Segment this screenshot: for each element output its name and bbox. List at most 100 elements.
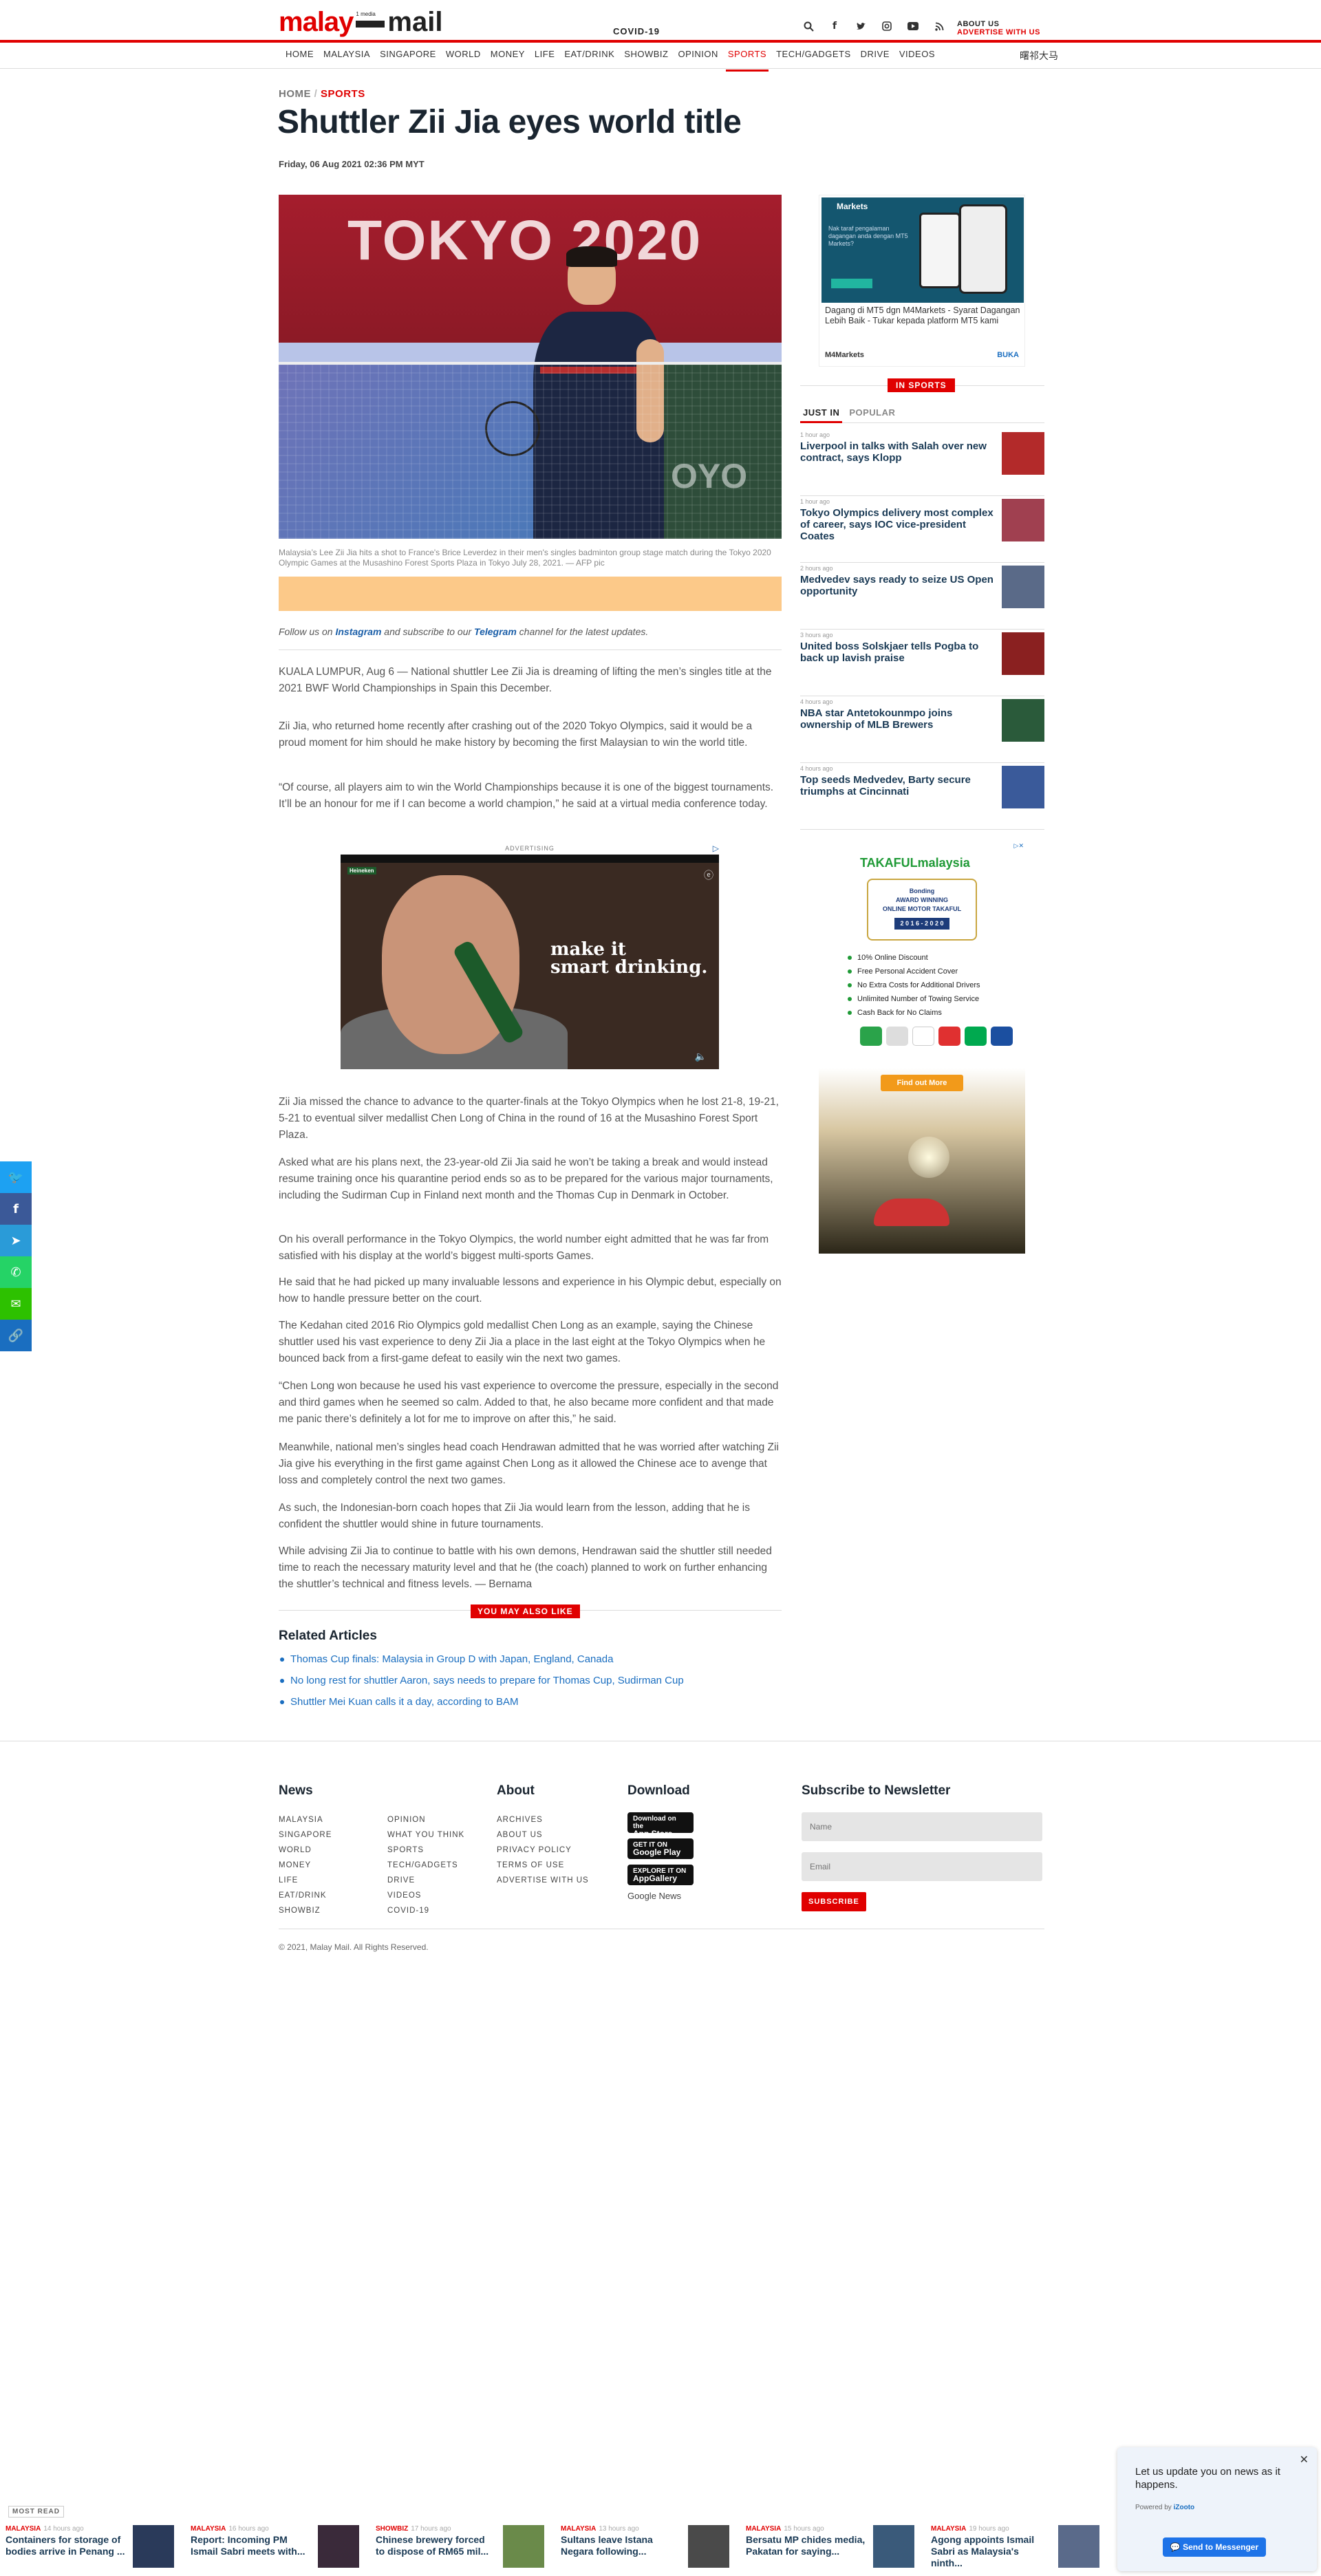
instagram-link[interactable]: Instagram (335, 626, 381, 637)
news-thumbnail[interactable] (1002, 432, 1044, 475)
most-read-thumbnail[interactable] (133, 2525, 174, 2568)
nav-item-drive[interactable]: DRIVE (856, 45, 894, 69)
footer-link[interactable]: TECH/GADGETS (387, 1858, 464, 1873)
telegram-share-icon[interactable]: ➤ (0, 1225, 32, 1256)
store-badge[interactable]: GET IT ON Google Play (627, 1838, 694, 1859)
news-headline[interactable]: Medvedev says ready to seize US Open opp… (800, 574, 1000, 597)
nav-item-money[interactable]: MONEY (486, 45, 530, 69)
google-news-badge[interactable]: Google News (627, 1891, 694, 1901)
facebook-icon[interactable]: f (829, 21, 840, 32)
footer-link[interactable]: WHAT YOU THINK (387, 1827, 464, 1843)
send-to-messenger-button[interactable]: 💬 Send to Messenger (1163, 2537, 1266, 2557)
most-read-thumbnail[interactable] (503, 2525, 544, 2568)
expand-icon[interactable]: ⓔ (704, 868, 713, 882)
nav-item-videos[interactable]: VIDEOS (894, 45, 940, 69)
footer-link[interactable]: TERMS OF USE (497, 1858, 589, 1873)
most-read-item[interactable]: SHOWBIZ 17 hours ago Chinese brewery force… (376, 2525, 544, 2568)
telegram-link[interactable]: Telegram (474, 626, 517, 637)
ad-video[interactable]: make it smart drinking. Heineken 🔈 ⓔ (341, 855, 719, 1069)
nav-item-showbiz[interactable]: SHOWBIZ (619, 45, 673, 69)
nav-item-eat-drink[interactable]: EAT/DRINK (559, 45, 619, 69)
adchoices-icon[interactable]: ▷✕ (1014, 842, 1024, 850)
sidebar-advertisement[interactable]: Markets Nak taraf pengalaman dagangan an… (819, 195, 1025, 367)
ad-placeholder-banner[interactable] (279, 577, 782, 611)
about-us-link[interactable]: ABOUT US (957, 20, 1040, 28)
nav-item-home[interactable]: HOME (281, 45, 319, 69)
footer-link[interactable]: VIDEOS (387, 1888, 464, 1903)
ad-cta[interactable]: BUKA (997, 351, 1019, 359)
footer-link[interactable]: ARCHIVES (497, 1812, 589, 1827)
most-read-item[interactable]: MALAYSIA 15 hours ago Bersatu MP chides me… (746, 2525, 914, 2568)
related-article-link[interactable]: Shuttler Mei Kuan calls it a day, accord… (279, 1691, 684, 1713)
newsletter-email-input[interactable] (802, 1852, 1042, 1881)
advertise-link[interactable]: ADVERTISE WITH US (957, 28, 1040, 36)
most-read-headline[interactable]: Chinese brewery forced to dispose of RM6… (376, 2534, 496, 2557)
takaful-advertisement[interactable]: ▷✕ TAKAFULmalaysia Bonding AWARD WINNING… (819, 841, 1025, 1254)
footer-link[interactable]: ABOUT US (497, 1827, 589, 1843)
news-headline[interactable]: Top seeds Medvedev, Barty secure triumph… (800, 774, 1000, 797)
whatsapp-share-icon[interactable]: ✆ (0, 1256, 32, 1288)
most-read-item[interactable]: MALAYSIA 19 hours ago Agong appoints Ismai… (931, 2525, 1099, 2568)
footer-link[interactable]: COVID-19 (387, 1903, 464, 1918)
news-thumbnail[interactable] (1002, 499, 1044, 541)
video-advertisement[interactable]: ADVERTISING ▷ make it smart drinking. Hei… (341, 842, 719, 1069)
sidebar-news-item[interactable]: 3 hours ago United boss Solskjaer tells P… (800, 630, 1044, 696)
most-read-item[interactable]: MALAYSIA 14 hours ago Containers for stora… (6, 2525, 174, 2568)
news-thumbnail[interactable] (1002, 766, 1044, 808)
store-badge[interactable]: EXPLORE IT ON AppGallery (627, 1865, 694, 1885)
footer-link[interactable]: MALAYSIA (279, 1812, 387, 1827)
most-read-headline[interactable]: Bersatu MP chides media, Pakatan for say… (746, 2534, 866, 2557)
most-read-headline[interactable]: Agong appoints Ismail Sabri as Malaysia'… (931, 2534, 1051, 2569)
footer-link[interactable]: MONEY (279, 1858, 387, 1873)
tab-just-in[interactable]: JUST IN (800, 406, 843, 423)
facebook-share-icon[interactable]: f (0, 1193, 32, 1225)
store-badge[interactable]: Download on the App Store (627, 1812, 694, 1838)
news-headline[interactable]: NBA star Antetokounmpo joins ownership o… (800, 707, 1000, 731)
footer-link[interactable]: OPINION (387, 1812, 464, 1827)
izooto-link[interactable]: iZooto (1174, 2504, 1195, 2511)
most-read-thumbnail[interactable] (1058, 2525, 1099, 2568)
mute-icon[interactable]: 🔈 (695, 1051, 707, 1062)
nav-item-sports[interactable]: SPORTS (723, 45, 771, 72)
footer-link[interactable]: PRIVACY POLICY (497, 1843, 589, 1858)
covid-link[interactable]: COVID-19 (613, 26, 660, 36)
news-thumbnail[interactable] (1002, 632, 1044, 675)
copy-link-share-icon[interactable]: 🔗 (0, 1320, 32, 1351)
footer-link[interactable]: LIFE (279, 1873, 387, 1888)
wechat-share-icon[interactable]: ✉ (0, 1288, 32, 1320)
related-article-link[interactable]: No long rest for shuttler Aaron, says ne… (279, 1670, 684, 1691)
breadcrumb-sports[interactable]: SPORTS (321, 88, 365, 100)
most-read-item[interactable]: MALAYSIA 16 hours ago Report: Incoming PM … (191, 2525, 359, 2568)
footer-link[interactable]: DRIVE (387, 1873, 464, 1888)
news-headline[interactable]: Liverpool in talks with Salah over new c… (800, 440, 1000, 464)
footer-link[interactable]: WORLD (279, 1843, 387, 1858)
close-icon[interactable]: ✕ (1300, 2453, 1309, 2466)
most-read-headline[interactable]: Report: Incoming PM Ismail Sabri meets w… (191, 2534, 311, 2557)
rss-icon[interactable] (934, 21, 945, 32)
youtube-icon[interactable] (907, 21, 919, 32)
news-thumbnail[interactable] (1002, 699, 1044, 742)
sidebar-news-item[interactable]: 1 hour ago Liverpool in talks with Salah … (800, 429, 1044, 496)
site-logo[interactable]: malay 1 media mail (279, 7, 442, 37)
nav-item-opinion[interactable]: OPINION (673, 45, 722, 69)
sidebar-news-item[interactable]: 1 hour ago Tokyo Olympics delivery most c… (800, 496, 1044, 563)
nav-item-life[interactable]: LIFE (530, 45, 559, 69)
most-read-thumbnail[interactable] (318, 2525, 359, 2568)
news-thumbnail[interactable] (1002, 566, 1044, 608)
most-read-thumbnail[interactable] (873, 2525, 914, 2568)
instagram-icon[interactable] (881, 21, 892, 32)
subscribe-button[interactable]: SUBSCRIBE (802, 1892, 866, 1911)
breadcrumb-home[interactable]: HOME (279, 88, 311, 100)
search-icon[interactable] (803, 21, 814, 32)
footer-link[interactable]: SINGAPORE (279, 1827, 387, 1843)
footer-link[interactable]: EAT/DRINK (279, 1888, 387, 1903)
sidebar-news-item[interactable]: 4 hours ago Top seeds Medvedev, Barty sec… (800, 763, 1044, 830)
adchoices-icon[interactable]: ▷ (713, 844, 719, 853)
tab-popular[interactable]: POPULAR (846, 406, 898, 423)
news-headline[interactable]: Tokyo Olympics delivery most complex of … (800, 507, 1000, 542)
nav-item-singapore[interactable]: SINGAPORE (375, 45, 441, 69)
nav-item-world[interactable]: WORLD (441, 45, 486, 69)
news-headline[interactable]: United boss Solskjaer tells Pogba to bac… (800, 641, 1000, 664)
twitter-share-icon[interactable]: 🐦 (0, 1161, 32, 1193)
footer-link[interactable]: SPORTS (387, 1843, 464, 1858)
